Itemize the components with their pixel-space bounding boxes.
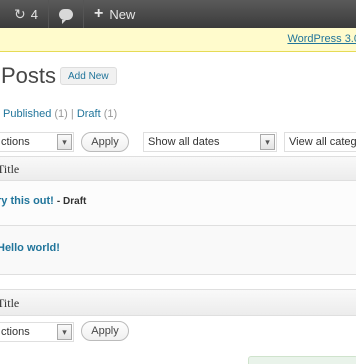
plus-icon: + [93, 5, 104, 22]
chevron-down-icon: ▾ [260, 134, 275, 150]
new-content-menu[interactable]: + New [84, 0, 145, 28]
filter-separator: | [70, 108, 74, 120]
partial-button[interactable] [248, 356, 356, 364]
bulk-actions-value: ctions [1, 136, 30, 148]
updates-menu[interactable]: ↻ 4 [0, 0, 49, 28]
add-new-button[interactable]: Add New [60, 67, 117, 85]
column-footer-title[interactable]: Title [0, 296, 19, 311]
apply-button[interactable]: Apply [81, 132, 129, 152]
table-row: ry this out! - Draft [0, 181, 356, 226]
post-title-link[interactable]: Hello world! [0, 242, 60, 254]
chevron-down-icon: ▾ [57, 324, 72, 340]
bulk-actions-select[interactable]: ctions ▾ [0, 132, 74, 152]
table-footer: Title [0, 289, 356, 315]
chevron-down-icon: ▾ [57, 134, 72, 150]
new-content-label: New [109, 6, 136, 22]
categories-filter-select[interactable]: View all categ [284, 132, 356, 152]
table-row: Hello world! [0, 226, 356, 275]
update-nag: WordPress 3.0 [0, 28, 356, 52]
apply-button-bottom[interactable]: Apply [81, 321, 129, 341]
draft-count: (1) [103, 108, 118, 120]
column-header-title[interactable]: Title [0, 162, 19, 177]
categories-filter-value: View all categ [289, 136, 356, 148]
table-header: Title [0, 157, 356, 181]
admin-bar: ↻ 4 + New [0, 0, 356, 28]
updates-count: 4 [30, 6, 38, 22]
bulk-actions-select-bottom[interactable]: ctions ▾ [0, 322, 74, 342]
comments-menu[interactable] [49, 0, 84, 28]
post-status-filters: Published (1) | Draft (1) [3, 108, 117, 120]
posts-table: Title ry this out! - Draft Hello world! … [0, 156, 356, 316]
update-link[interactable]: WordPress 3.0 [287, 33, 356, 45]
comment-bubble-icon [58, 8, 73, 24]
dates-filter-select[interactable]: Show all dates ▾ [143, 132, 277, 152]
filter-draft[interactable]: Draft [77, 108, 101, 120]
post-state: - Draft [56, 196, 87, 207]
refresh-icon: ↻ [14, 5, 26, 22]
bulk-actions-value-bottom: ctions [1, 326, 30, 338]
filter-published[interactable]: Published [3, 108, 51, 120]
page-title: Posts [1, 63, 57, 88]
published-count: (1) [54, 108, 68, 120]
dates-filter-value: Show all dates [148, 136, 220, 148]
post-title-link[interactable]: ry this out! - Draft [0, 195, 86, 207]
